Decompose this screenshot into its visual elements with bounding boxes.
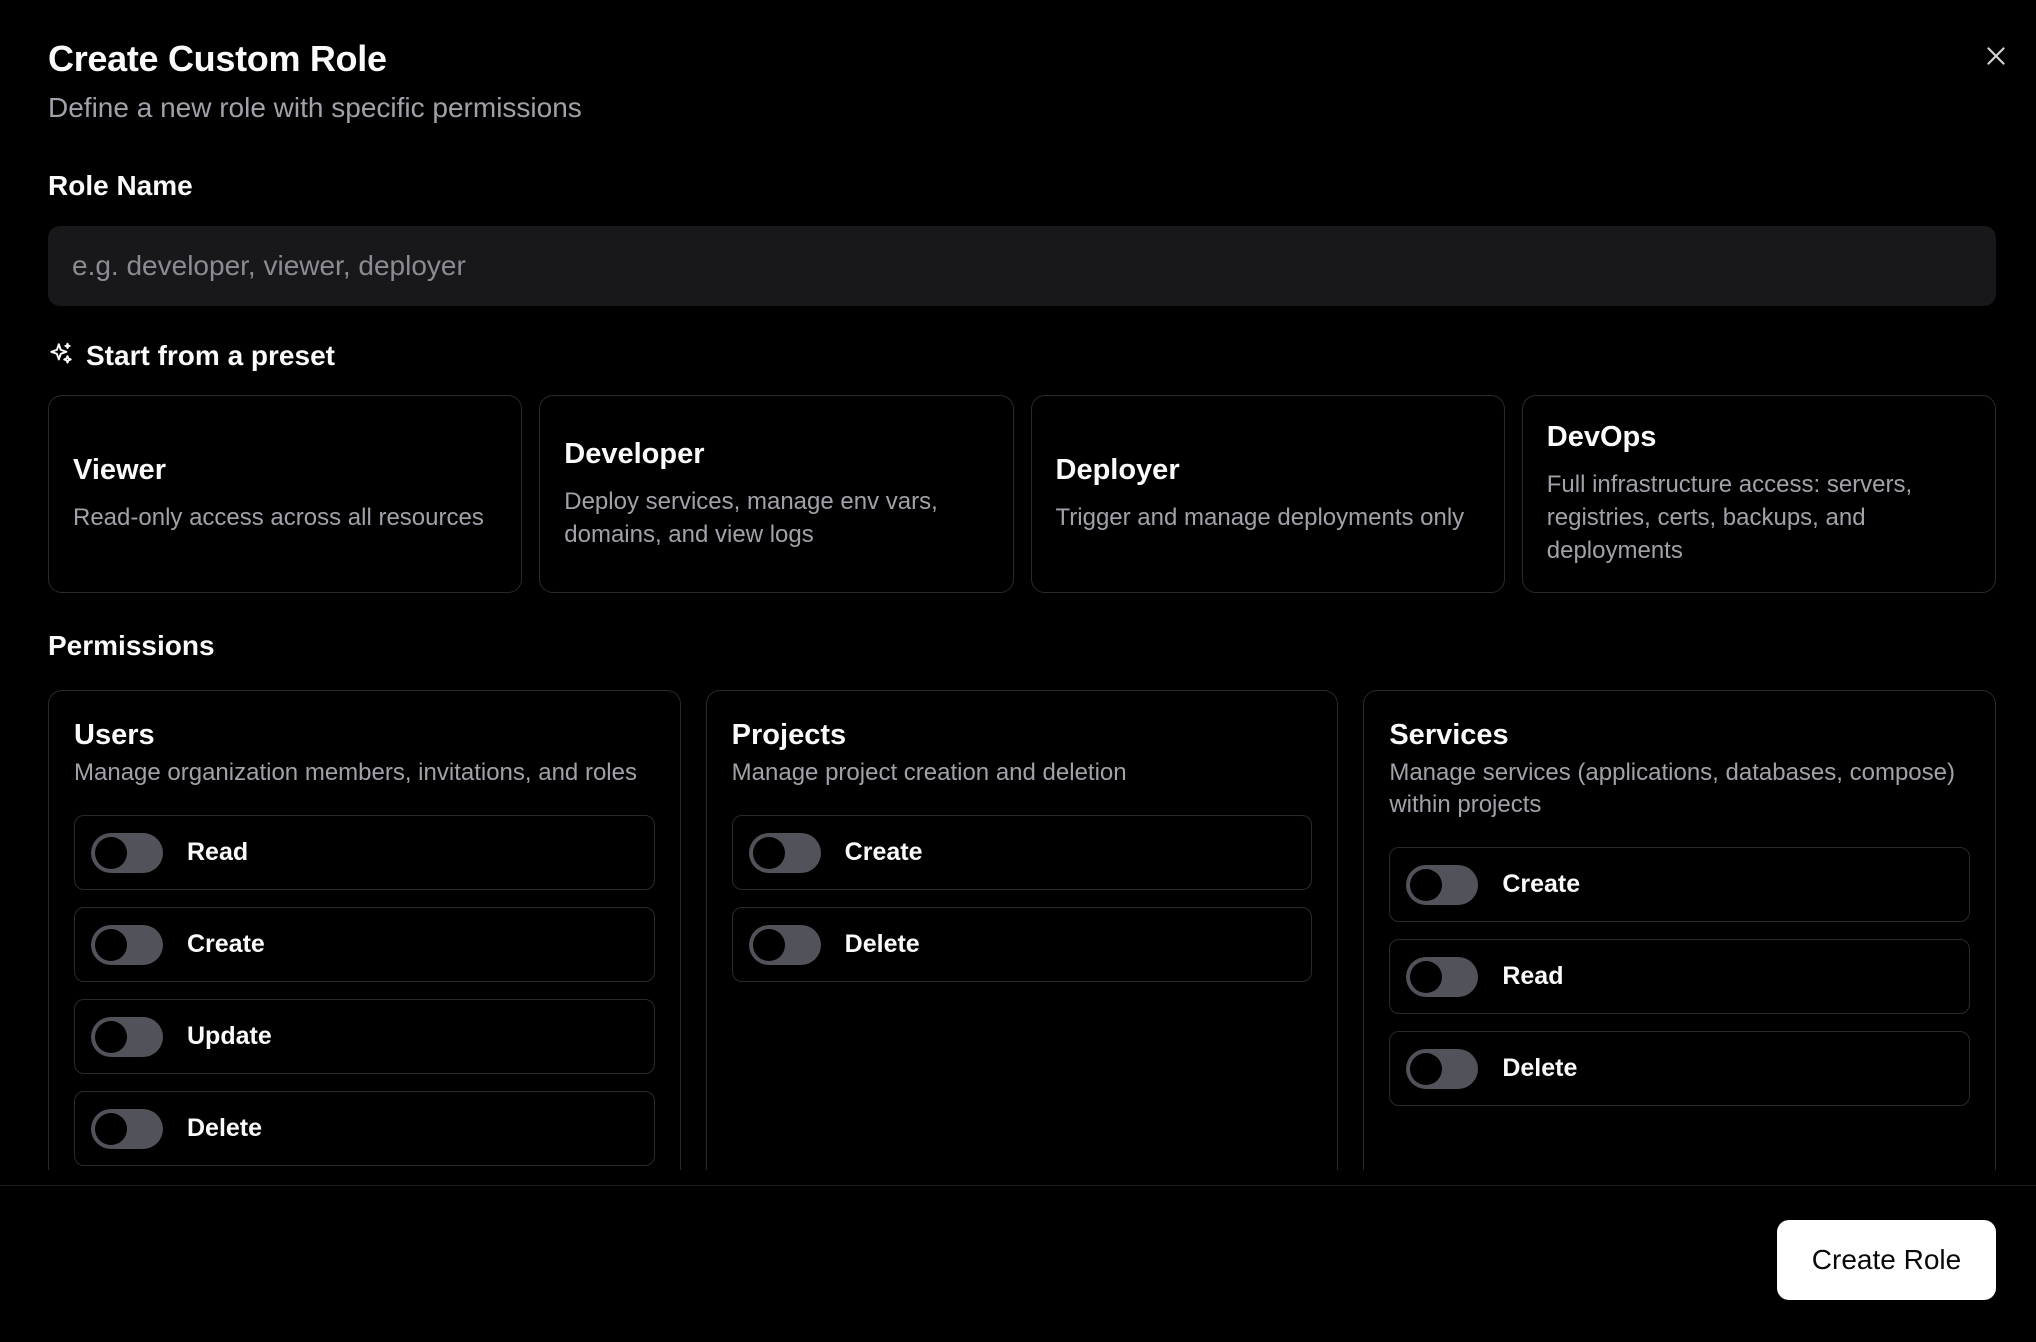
permission-group-users: Users Manage organization members, invit… — [48, 690, 681, 1170]
permission-users-update[interactable]: Update — [74, 999, 655, 1074]
preset-name: Deployer — [1055, 454, 1180, 486]
group-description: Manage organization members, invitations… — [74, 759, 637, 786]
permission-label: Update — [187, 1022, 272, 1050]
permission-toggle[interactable] — [91, 1108, 163, 1149]
preset-description: Read-only access across all resources — [73, 504, 484, 531]
permission-toggle[interactable] — [91, 924, 163, 965]
permission-users-delete[interactable]: Delete — [74, 1091, 655, 1166]
preset-name: DevOps — [1546, 421, 1657, 453]
close-button[interactable] — [1978, 40, 2014, 76]
group-title: Users — [74, 719, 155, 751]
preset-description: Deploy services, manage env vars, domain… — [564, 487, 938, 548]
permission-groups: Users Manage organization members, invit… — [48, 690, 1997, 1170]
permission-toggle[interactable] — [91, 1016, 163, 1057]
preset-description: Trigger and manage deployments only — [1055, 504, 1465, 531]
create-role-dialog: Create Custom Role Define a new role wit… — [0, 0, 2036, 1342]
permission-group-services: Services Manage services (applications, … — [1363, 690, 1997, 1170]
permission-label: Delete — [187, 1114, 263, 1142]
permission-projects-delete[interactable]: Delete — [731, 907, 1313, 982]
role-name-input[interactable] — [48, 226, 1996, 306]
permission-label: Create — [187, 930, 265, 958]
toggle-knob — [752, 928, 785, 961]
permission-label: Create — [844, 838, 923, 866]
toggle-knob — [1410, 960, 1443, 993]
permission-toggle[interactable] — [748, 832, 821, 873]
preset-devops[interactable]: DevOps Full infrastructure access: serve… — [1521, 395, 1996, 593]
permissions-heading: Permissions — [48, 630, 215, 661]
permission-list: Create Delete — [731, 815, 1313, 982]
dialog-body[interactable]: Create Custom Role Define a new role wit… — [0, 0, 2036, 1170]
preset-viewer[interactable]: Viewer Read-only access across all resou… — [48, 395, 523, 593]
preset-heading-text: Start from a preset — [86, 340, 335, 371]
permission-toggle[interactable] — [748, 924, 821, 965]
preset-name: Developer — [564, 437, 705, 470]
toggle-knob — [95, 836, 127, 869]
permission-label: Create — [1502, 870, 1581, 898]
role-name-label: Role Name — [48, 170, 193, 201]
group-title: Services — [1389, 719, 1509, 751]
permission-toggle[interactable] — [1406, 956, 1479, 997]
dialog-title: Create Custom Role — [48, 38, 387, 79]
toggle-knob — [95, 1112, 127, 1145]
permission-services-delete[interactable]: Delete — [1389, 1031, 1971, 1106]
preset-name: Viewer — [73, 454, 166, 486]
permission-list: Read Create Update Delete — [74, 815, 655, 1166]
permission-label: Delete — [1502, 1054, 1578, 1082]
group-title: Projects — [731, 719, 847, 751]
toggle-knob — [752, 836, 785, 869]
toggle-knob — [1410, 868, 1443, 901]
preset-description: Full infrastructure access: servers, reg… — [1546, 471, 1913, 564]
dialog-footer: Create Role — [0, 1185, 2036, 1342]
permission-label: Read — [1502, 962, 1564, 990]
toggle-knob — [95, 1020, 127, 1053]
permission-projects-create[interactable]: Create — [731, 815, 1313, 890]
preset-list: Viewer Read-only access across all resou… — [48, 395, 1996, 593]
permission-label: Read — [187, 838, 249, 866]
permission-users-create[interactable]: Create — [74, 907, 655, 982]
preset-deployer[interactable]: Deployer Trigger and manage deployments … — [1030, 395, 1505, 593]
preset-developer[interactable]: Developer Deploy services, manage env va… — [539, 395, 1014, 593]
sparkles-icon — [48, 341, 74, 372]
permission-services-read[interactable]: Read — [1389, 939, 1971, 1014]
permission-list: Create Read Delete — [1389, 847, 1971, 1106]
toggle-knob — [1410, 1052, 1443, 1085]
permission-toggle[interactable] — [1406, 864, 1479, 905]
preset-heading: Start from a preset — [48, 340, 335, 372]
permission-users-read[interactable]: Read — [74, 815, 655, 890]
toggle-knob — [95, 928, 127, 961]
close-icon — [1983, 43, 2009, 74]
permission-toggle[interactable] — [1406, 1048, 1479, 1089]
permission-group-projects: Projects Manage project creation and del… — [705, 690, 1339, 1170]
group-description: Manage services (applications, databases… — [1389, 759, 1955, 818]
permission-toggle[interactable] — [91, 832, 163, 873]
dialog-subtitle: Define a new role with specific permissi… — [48, 92, 582, 123]
create-role-button[interactable]: Create Role — [1777, 1220, 1996, 1300]
group-description: Manage project creation and deletion — [731, 759, 1127, 786]
permission-services-create[interactable]: Create — [1389, 847, 1971, 922]
permission-label: Delete — [844, 930, 920, 958]
